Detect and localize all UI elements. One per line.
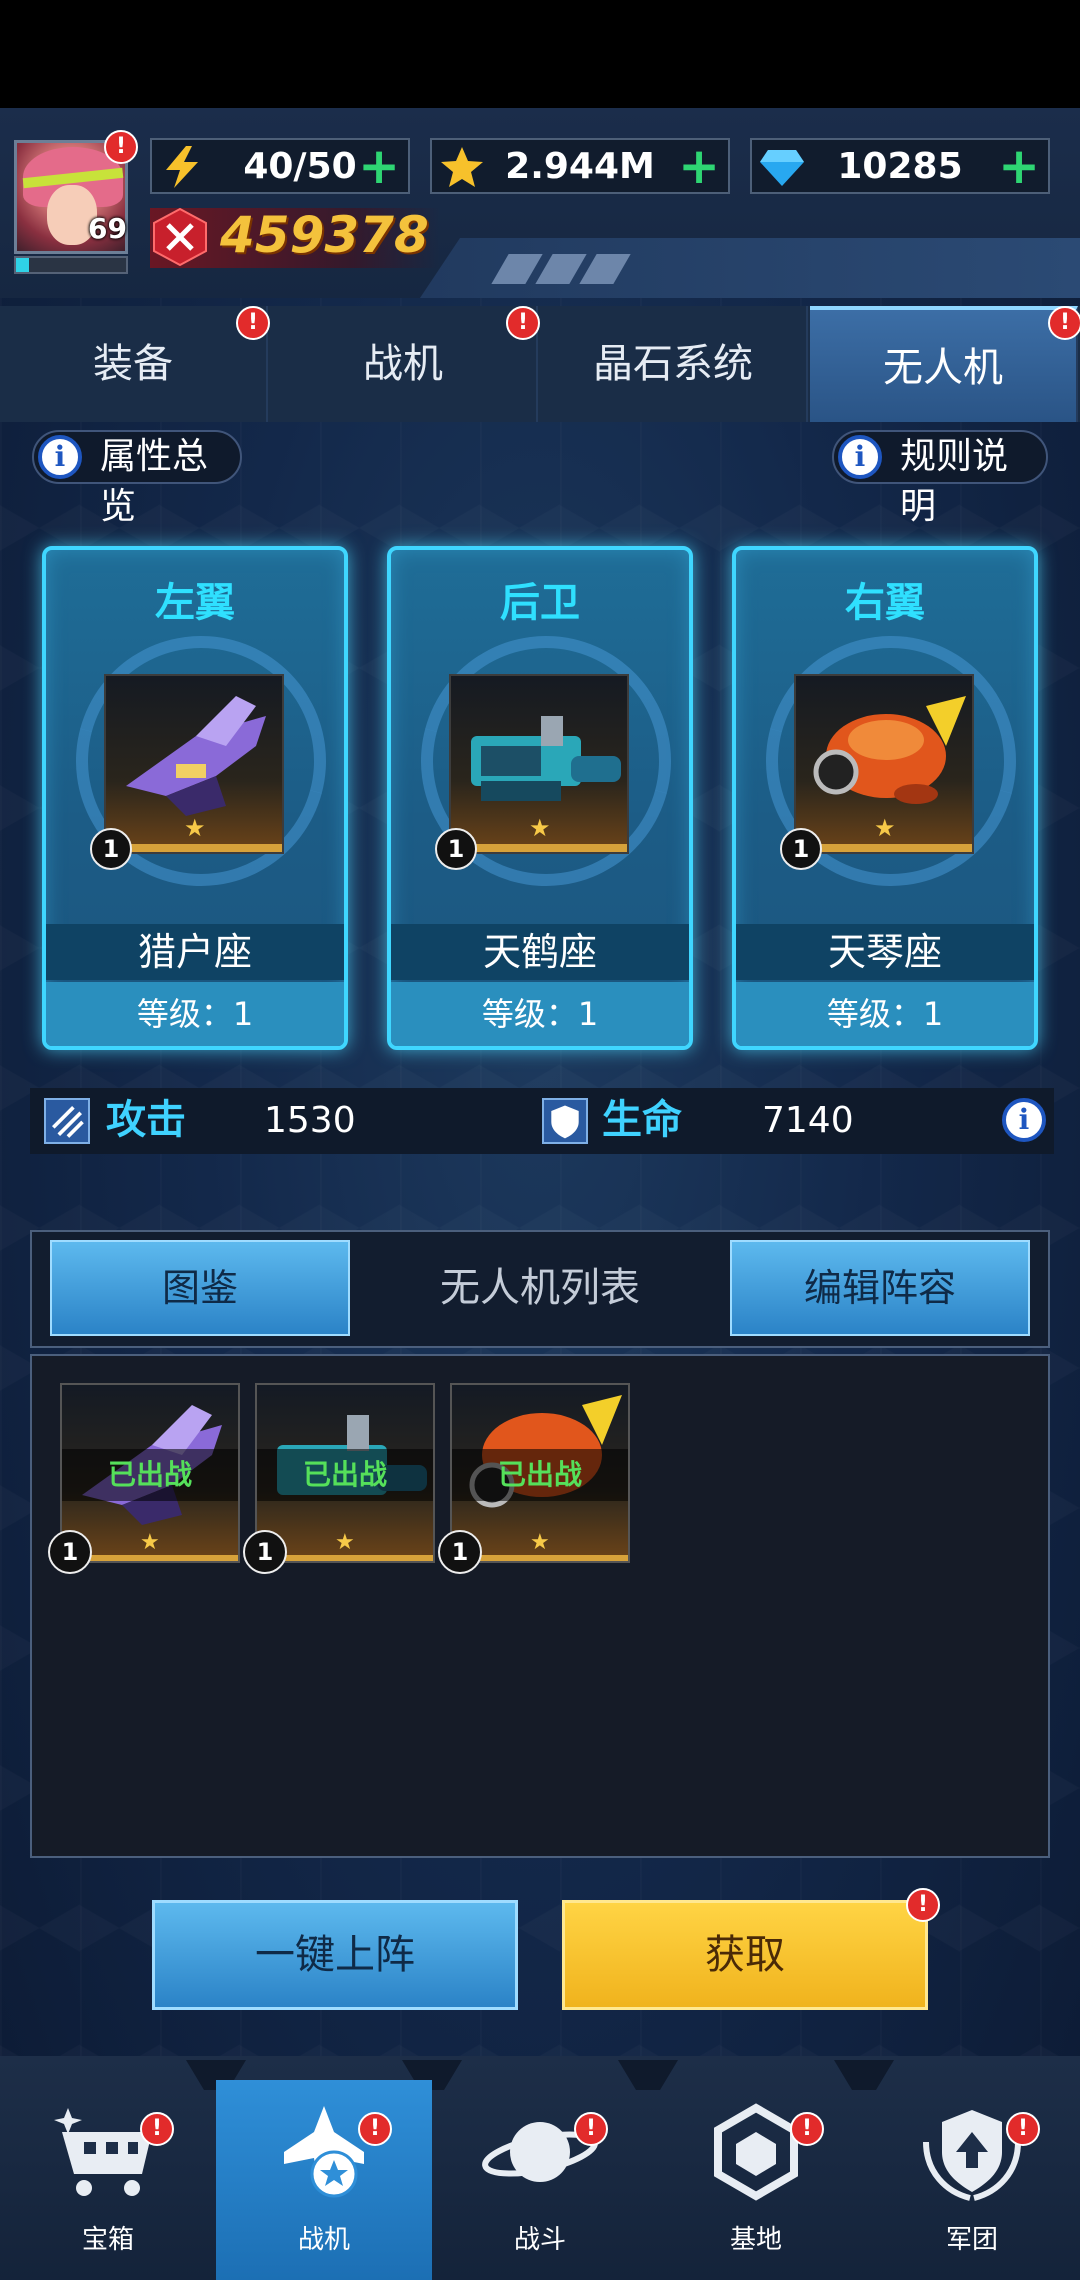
drone-level-badge: 1 [243, 1530, 287, 1574]
rarity-star-icon: ★ [184, 814, 206, 842]
nav-battle-alert-badge: ! [574, 2112, 608, 2146]
avatar-alert-badge: ! [104, 130, 138, 164]
rarity-star-icon: ★ [530, 1530, 550, 1555]
energy-counter: 40/50 + [150, 138, 410, 194]
nav-label: 基地 [729, 2225, 782, 2255]
deployed-status: 已出战 [452, 1449, 628, 1501]
gems-counter: 10285 + [750, 138, 1050, 194]
drone-level-text: 等级：1 [391, 982, 689, 1046]
slot-card-right-wing[interactable]: 右翼 ★ 1 天琴座 等级：1 [732, 546, 1038, 1050]
combat-power-value: 459378 [220, 206, 429, 264]
tab-equipment[interactable]: 装备 [0, 306, 268, 422]
slot-card-rear-guard[interactable]: 后卫 ★ 1 天鹤座 等级：1 [387, 546, 693, 1050]
xp-bar [14, 256, 128, 274]
drone-name: 猎户座 [46, 924, 344, 980]
stats-info-button[interactable]: i [1002, 1098, 1046, 1142]
drone-name: 天琴座 [736, 924, 1034, 980]
player-level: 69 [88, 212, 127, 245]
add-stars-button[interactable]: + [678, 138, 720, 194]
xp-bar-fill [16, 258, 29, 272]
hp-label: 生命 [602, 1097, 682, 1143]
status-bar [0, 0, 1080, 108]
tab-fighter-alert-badge: ! [506, 306, 540, 340]
drone-level-badge: 1 [48, 1530, 92, 1574]
nav-label: 军团 [945, 2225, 998, 2255]
crossed-swords-icon [153, 207, 207, 267]
drone-thumbnail: ★ [104, 674, 284, 854]
tab-drone-alert-badge: ! [1048, 306, 1080, 340]
drone-level-badge: 1 [780, 828, 822, 870]
rarity-star-icon: ★ [335, 1530, 355, 1555]
rarity-star-icon: ★ [140, 1530, 160, 1555]
nav-item-chest[interactable]: 宝箱 [0, 2080, 216, 2280]
drone-list-item[interactable]: 已出战 ★ [450, 1383, 630, 1563]
rarity-star-icon: ★ [529, 814, 551, 842]
drone-thumbnail: ★ [449, 674, 629, 854]
nav-item-legion[interactable]: 军团 [864, 2080, 1080, 2280]
orange-pod-drone-icon [813, 696, 966, 804]
drone-list-item[interactable]: 已出战 ★ [255, 1383, 435, 1563]
nav-label: 战机 [297, 2225, 350, 2255]
obtain-alert-badge: ! [906, 1888, 940, 1922]
hp-value: 7140 [762, 1100, 854, 1141]
tab-equipment-alert-badge: ! [236, 306, 270, 340]
drone-thumbnail: ★ [794, 674, 974, 854]
drone-name: 天鹤座 [391, 924, 689, 980]
info-icon: i [838, 435, 882, 479]
add-energy-button[interactable]: + [358, 138, 400, 194]
attack-label: 攻击 [106, 1097, 186, 1143]
nav-chest-alert-badge: ! [140, 2112, 174, 2146]
nav-base-alert-badge: ! [790, 2112, 824, 2146]
nav-legion-alert-badge: ! [1006, 2112, 1040, 2146]
drone-list-title: 无人机列表 [440, 1265, 640, 1311]
nav-item-fighter[interactable]: 战机 [216, 2080, 432, 2280]
purple-jet-drone-icon [126, 696, 266, 816]
drone-level-text: 等级：1 [46, 982, 344, 1046]
rules-button[interactable]: i 规则说明 [832, 430, 1048, 527]
stars-counter: 2.944M + [430, 138, 730, 194]
attack-value: 1530 [264, 1100, 356, 1141]
shield-icon [542, 1098, 588, 1144]
nav-label: 宝箱 [81, 2225, 134, 2255]
teal-cannon-drone-icon [471, 716, 621, 801]
drone-list-item[interactable]: 已出战 ★ [60, 1383, 240, 1563]
attributes-overview-button[interactable]: i 属性总览 [32, 430, 242, 527]
drone-level-badge: 1 [435, 828, 477, 870]
slot-position-label: 右翼 [845, 580, 925, 626]
drone-level-badge: 1 [438, 1530, 482, 1574]
edit-lineup-button[interactable]: 编辑阵容 [730, 1240, 1030, 1336]
nav-item-battle[interactable]: 战斗 [432, 2080, 648, 2280]
codex-button[interactable]: 图鉴 [50, 1240, 350, 1336]
slot-position-label: 左翼 [155, 580, 235, 626]
nav-fighter-alert-badge: ! [358, 2112, 392, 2146]
rarity-star-icon: ★ [874, 814, 896, 842]
drone-level-badge: 1 [90, 828, 132, 870]
deployed-status: 已出战 [257, 1449, 433, 1501]
obtain-button[interactable]: 获取 [562, 1900, 928, 2010]
tab-drone[interactable]: 无人机 [810, 306, 1078, 422]
deployed-status: 已出战 [62, 1449, 238, 1501]
add-gems-button[interactable]: + [998, 138, 1040, 194]
slot-card-left-wing[interactable]: 左翼 ★ 1 猎户座 等级：1 [42, 546, 348, 1050]
nav-item-base[interactable]: 基地 [648, 2080, 864, 2280]
tab-fighter[interactable]: 战机 [270, 306, 538, 422]
attack-icon [44, 1098, 90, 1144]
auto-deploy-button[interactable]: 一键上阵 [152, 1900, 518, 2010]
tab-crystal-system[interactable]: 晶石系统 [540, 306, 808, 422]
info-icon: i [38, 435, 82, 479]
nav-label: 战斗 [513, 2225, 566, 2255]
drone-level-text: 等级：1 [736, 982, 1034, 1046]
slot-position-label: 后卫 [500, 580, 580, 626]
